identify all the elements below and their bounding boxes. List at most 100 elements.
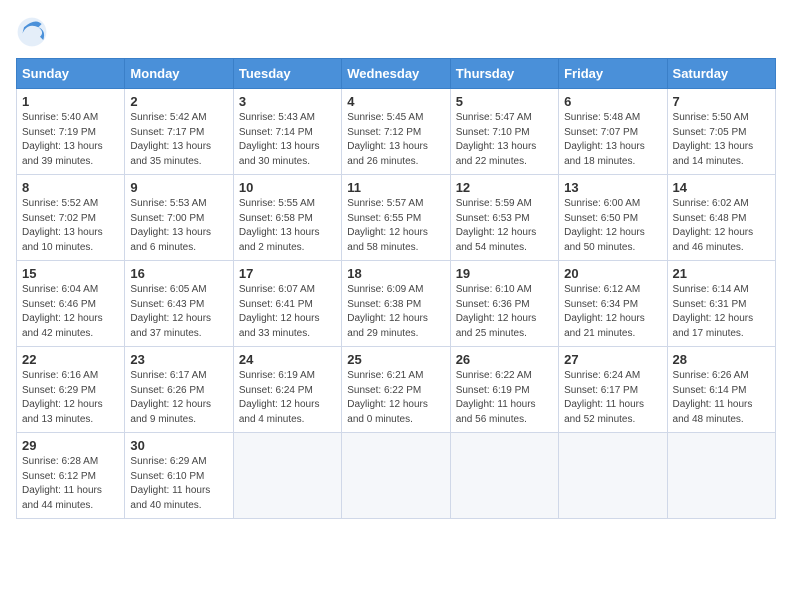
calendar-day: 2 Sunrise: 5:42 AMSunset: 7:17 PMDayligh… bbox=[125, 89, 233, 175]
calendar-day: 1 Sunrise: 5:40 AMSunset: 7:19 PMDayligh… bbox=[17, 89, 125, 175]
calendar-day: 30 Sunrise: 6:29 AMSunset: 6:10 PMDaylig… bbox=[125, 433, 233, 519]
day-info: Sunrise: 6:10 AMSunset: 6:36 PMDaylight:… bbox=[456, 284, 537, 339]
calendar-week-1: 1 Sunrise: 5:40 AMSunset: 7:19 PMDayligh… bbox=[17, 89, 776, 175]
day-info: Sunrise: 6:16 AMSunset: 6:29 PMDaylight:… bbox=[22, 370, 103, 425]
day-number: 3 bbox=[239, 94, 336, 109]
calendar-day: 24 Sunrise: 6:19 AMSunset: 6:24 PMDaylig… bbox=[233, 347, 341, 433]
calendar-day bbox=[667, 433, 775, 519]
day-info: Sunrise: 6:22 AMSunset: 6:19 PMDaylight:… bbox=[456, 370, 536, 425]
calendar-day: 22 Sunrise: 6:16 AMSunset: 6:29 PMDaylig… bbox=[17, 347, 125, 433]
day-number: 4 bbox=[347, 94, 444, 109]
calendar-table: SundayMondayTuesdayWednesdayThursdayFrid… bbox=[16, 58, 776, 519]
calendar-header-thursday: Thursday bbox=[450, 59, 558, 89]
calendar-day: 20 Sunrise: 6:12 AMSunset: 6:34 PMDaylig… bbox=[559, 261, 667, 347]
day-info: Sunrise: 6:24 AMSunset: 6:17 PMDaylight:… bbox=[564, 370, 644, 425]
day-number: 1 bbox=[22, 94, 119, 109]
calendar-day: 9 Sunrise: 5:53 AMSunset: 7:00 PMDayligh… bbox=[125, 175, 233, 261]
day-info: Sunrise: 6:04 AMSunset: 6:46 PMDaylight:… bbox=[22, 284, 103, 339]
day-info: Sunrise: 6:02 AMSunset: 6:48 PMDaylight:… bbox=[673, 198, 754, 253]
day-number: 11 bbox=[347, 180, 444, 195]
day-number: 10 bbox=[239, 180, 336, 195]
day-number: 19 bbox=[456, 266, 553, 281]
calendar-header-wednesday: Wednesday bbox=[342, 59, 450, 89]
day-info: Sunrise: 5:45 AMSunset: 7:12 PMDaylight:… bbox=[347, 112, 428, 167]
calendar-day: 5 Sunrise: 5:47 AMSunset: 7:10 PMDayligh… bbox=[450, 89, 558, 175]
day-number: 2 bbox=[130, 94, 227, 109]
day-info: Sunrise: 5:48 AMSunset: 7:07 PMDaylight:… bbox=[564, 112, 645, 167]
day-info: Sunrise: 6:26 AMSunset: 6:14 PMDaylight:… bbox=[673, 370, 753, 425]
day-number: 24 bbox=[239, 352, 336, 367]
day-number: 16 bbox=[130, 266, 227, 281]
calendar-day: 28 Sunrise: 6:26 AMSunset: 6:14 PMDaylig… bbox=[667, 347, 775, 433]
logo-icon bbox=[16, 16, 48, 48]
day-info: Sunrise: 5:59 AMSunset: 6:53 PMDaylight:… bbox=[456, 198, 537, 253]
calendar-day: 13 Sunrise: 6:00 AMSunset: 6:50 PMDaylig… bbox=[559, 175, 667, 261]
calendar-week-2: 8 Sunrise: 5:52 AMSunset: 7:02 PMDayligh… bbox=[17, 175, 776, 261]
day-info: Sunrise: 6:17 AMSunset: 6:26 PMDaylight:… bbox=[130, 370, 211, 425]
day-number: 12 bbox=[456, 180, 553, 195]
day-info: Sunrise: 5:40 AMSunset: 7:19 PMDaylight:… bbox=[22, 112, 103, 167]
day-info: Sunrise: 6:28 AMSunset: 6:12 PMDaylight:… bbox=[22, 456, 102, 511]
day-info: Sunrise: 6:09 AMSunset: 6:38 PMDaylight:… bbox=[347, 284, 428, 339]
calendar-day: 11 Sunrise: 5:57 AMSunset: 6:55 PMDaylig… bbox=[342, 175, 450, 261]
calendar-week-3: 15 Sunrise: 6:04 AMSunset: 6:46 PMDaylig… bbox=[17, 261, 776, 347]
calendar-day bbox=[342, 433, 450, 519]
day-number: 13 bbox=[564, 180, 661, 195]
calendar-day: 21 Sunrise: 6:14 AMSunset: 6:31 PMDaylig… bbox=[667, 261, 775, 347]
day-info: Sunrise: 5:55 AMSunset: 6:58 PMDaylight:… bbox=[239, 198, 320, 253]
day-number: 8 bbox=[22, 180, 119, 195]
day-number: 30 bbox=[130, 438, 227, 453]
calendar-week-5: 29 Sunrise: 6:28 AMSunset: 6:12 PMDaylig… bbox=[17, 433, 776, 519]
calendar-day: 3 Sunrise: 5:43 AMSunset: 7:14 PMDayligh… bbox=[233, 89, 341, 175]
day-info: Sunrise: 6:00 AMSunset: 6:50 PMDaylight:… bbox=[564, 198, 645, 253]
day-number: 6 bbox=[564, 94, 661, 109]
day-number: 17 bbox=[239, 266, 336, 281]
calendar-header-friday: Friday bbox=[559, 59, 667, 89]
calendar-day: 23 Sunrise: 6:17 AMSunset: 6:26 PMDaylig… bbox=[125, 347, 233, 433]
calendar-week-4: 22 Sunrise: 6:16 AMSunset: 6:29 PMDaylig… bbox=[17, 347, 776, 433]
calendar-day bbox=[450, 433, 558, 519]
calendar-day: 7 Sunrise: 5:50 AMSunset: 7:05 PMDayligh… bbox=[667, 89, 775, 175]
day-number: 18 bbox=[347, 266, 444, 281]
day-info: Sunrise: 6:29 AMSunset: 6:10 PMDaylight:… bbox=[130, 456, 210, 511]
day-info: Sunrise: 6:05 AMSunset: 6:43 PMDaylight:… bbox=[130, 284, 211, 339]
calendar-day: 14 Sunrise: 6:02 AMSunset: 6:48 PMDaylig… bbox=[667, 175, 775, 261]
calendar-day bbox=[559, 433, 667, 519]
day-number: 23 bbox=[130, 352, 227, 367]
day-number: 25 bbox=[347, 352, 444, 367]
calendar-header-tuesday: Tuesday bbox=[233, 59, 341, 89]
day-number: 9 bbox=[130, 180, 227, 195]
day-info: Sunrise: 5:57 AMSunset: 6:55 PMDaylight:… bbox=[347, 198, 428, 253]
day-info: Sunrise: 6:07 AMSunset: 6:41 PMDaylight:… bbox=[239, 284, 320, 339]
calendar-header-monday: Monday bbox=[125, 59, 233, 89]
day-info: Sunrise: 5:52 AMSunset: 7:02 PMDaylight:… bbox=[22, 198, 103, 253]
day-info: Sunrise: 6:14 AMSunset: 6:31 PMDaylight:… bbox=[673, 284, 754, 339]
day-info: Sunrise: 5:42 AMSunset: 7:17 PMDaylight:… bbox=[130, 112, 211, 167]
day-number: 22 bbox=[22, 352, 119, 367]
calendar-day: 27 Sunrise: 6:24 AMSunset: 6:17 PMDaylig… bbox=[559, 347, 667, 433]
calendar-header-row: SundayMondayTuesdayWednesdayThursdayFrid… bbox=[17, 59, 776, 89]
calendar-day: 25 Sunrise: 6:21 AMSunset: 6:22 PMDaylig… bbox=[342, 347, 450, 433]
calendar-day: 26 Sunrise: 6:22 AMSunset: 6:19 PMDaylig… bbox=[450, 347, 558, 433]
calendar-day: 29 Sunrise: 6:28 AMSunset: 6:12 PMDaylig… bbox=[17, 433, 125, 519]
calendar-day: 12 Sunrise: 5:59 AMSunset: 6:53 PMDaylig… bbox=[450, 175, 558, 261]
calendar-header-saturday: Saturday bbox=[667, 59, 775, 89]
calendar-day: 8 Sunrise: 5:52 AMSunset: 7:02 PMDayligh… bbox=[17, 175, 125, 261]
day-info: Sunrise: 5:50 AMSunset: 7:05 PMDaylight:… bbox=[673, 112, 754, 167]
calendar-day: 4 Sunrise: 5:45 AMSunset: 7:12 PMDayligh… bbox=[342, 89, 450, 175]
day-info: Sunrise: 6:19 AMSunset: 6:24 PMDaylight:… bbox=[239, 370, 320, 425]
day-number: 27 bbox=[564, 352, 661, 367]
logo bbox=[16, 16, 54, 48]
day-number: 29 bbox=[22, 438, 119, 453]
day-number: 26 bbox=[456, 352, 553, 367]
calendar-day: 17 Sunrise: 6:07 AMSunset: 6:41 PMDaylig… bbox=[233, 261, 341, 347]
page-header bbox=[16, 16, 776, 48]
calendar-day: 10 Sunrise: 5:55 AMSunset: 6:58 PMDaylig… bbox=[233, 175, 341, 261]
calendar-day: 6 Sunrise: 5:48 AMSunset: 7:07 PMDayligh… bbox=[559, 89, 667, 175]
day-info: Sunrise: 6:21 AMSunset: 6:22 PMDaylight:… bbox=[347, 370, 428, 425]
day-number: 15 bbox=[22, 266, 119, 281]
day-number: 20 bbox=[564, 266, 661, 281]
calendar-day: 19 Sunrise: 6:10 AMSunset: 6:36 PMDaylig… bbox=[450, 261, 558, 347]
day-info: Sunrise: 6:12 AMSunset: 6:34 PMDaylight:… bbox=[564, 284, 645, 339]
day-info: Sunrise: 5:43 AMSunset: 7:14 PMDaylight:… bbox=[239, 112, 320, 167]
